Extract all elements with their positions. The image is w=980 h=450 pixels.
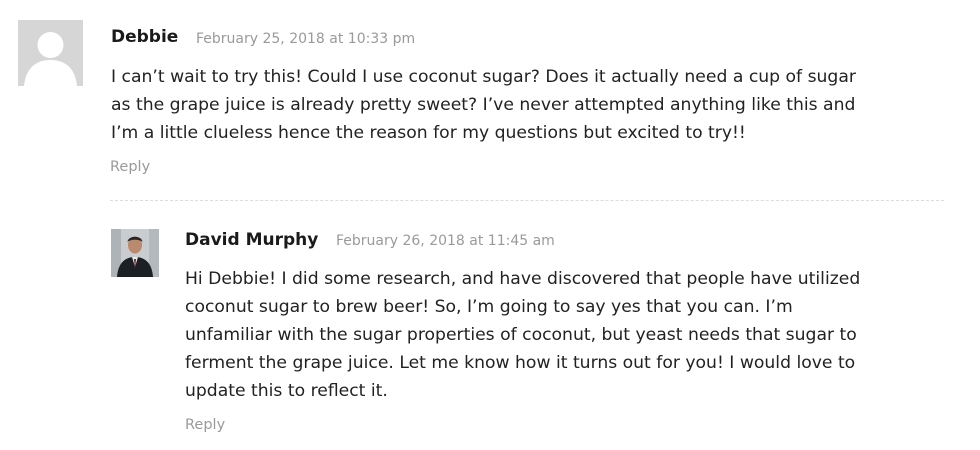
reply-link[interactable]: Reply [110, 159, 150, 175]
reply-link[interactable]: Reply [185, 417, 225, 433]
comment-author[interactable]: David Murphy [185, 230, 318, 250]
avatar [111, 229, 159, 277]
comment-body: Hi Debbie! I did some research, and have… [185, 265, 860, 405]
comment-author[interactable]: Debbie [111, 27, 178, 47]
comment-text-line: unfamiliar with the sugar properties of … [185, 325, 857, 345]
author-photo-avatar [111, 229, 159, 277]
comment-body: I can’t wait to try this! Could I use co… [111, 63, 856, 147]
comment-date[interactable]: February 26, 2018 at 11:45 am [336, 233, 555, 249]
comment-text-line: I’m a little clueless hence the reason f… [111, 123, 746, 143]
comment-text-line: Hi Debbie! I did some research, and have… [185, 269, 861, 289]
comment-date[interactable]: February 25, 2018 at 10:33 pm [196, 31, 415, 47]
comment-text-line: ferment the grape juice. Let me know how… [185, 353, 856, 373]
comment-text-line: coconut sugar to brew beer! So, I’m goin… [185, 297, 793, 317]
comment-text-line: update this to reflect it. [185, 381, 388, 401]
comment-divider [110, 200, 944, 201]
comment-text-line: as the grape juice is already pretty swe… [111, 95, 856, 115]
avatar [18, 20, 83, 86]
default-avatar-icon [18, 20, 83, 86]
comment-text-line: I can’t wait to try this! Could I use co… [111, 67, 856, 87]
